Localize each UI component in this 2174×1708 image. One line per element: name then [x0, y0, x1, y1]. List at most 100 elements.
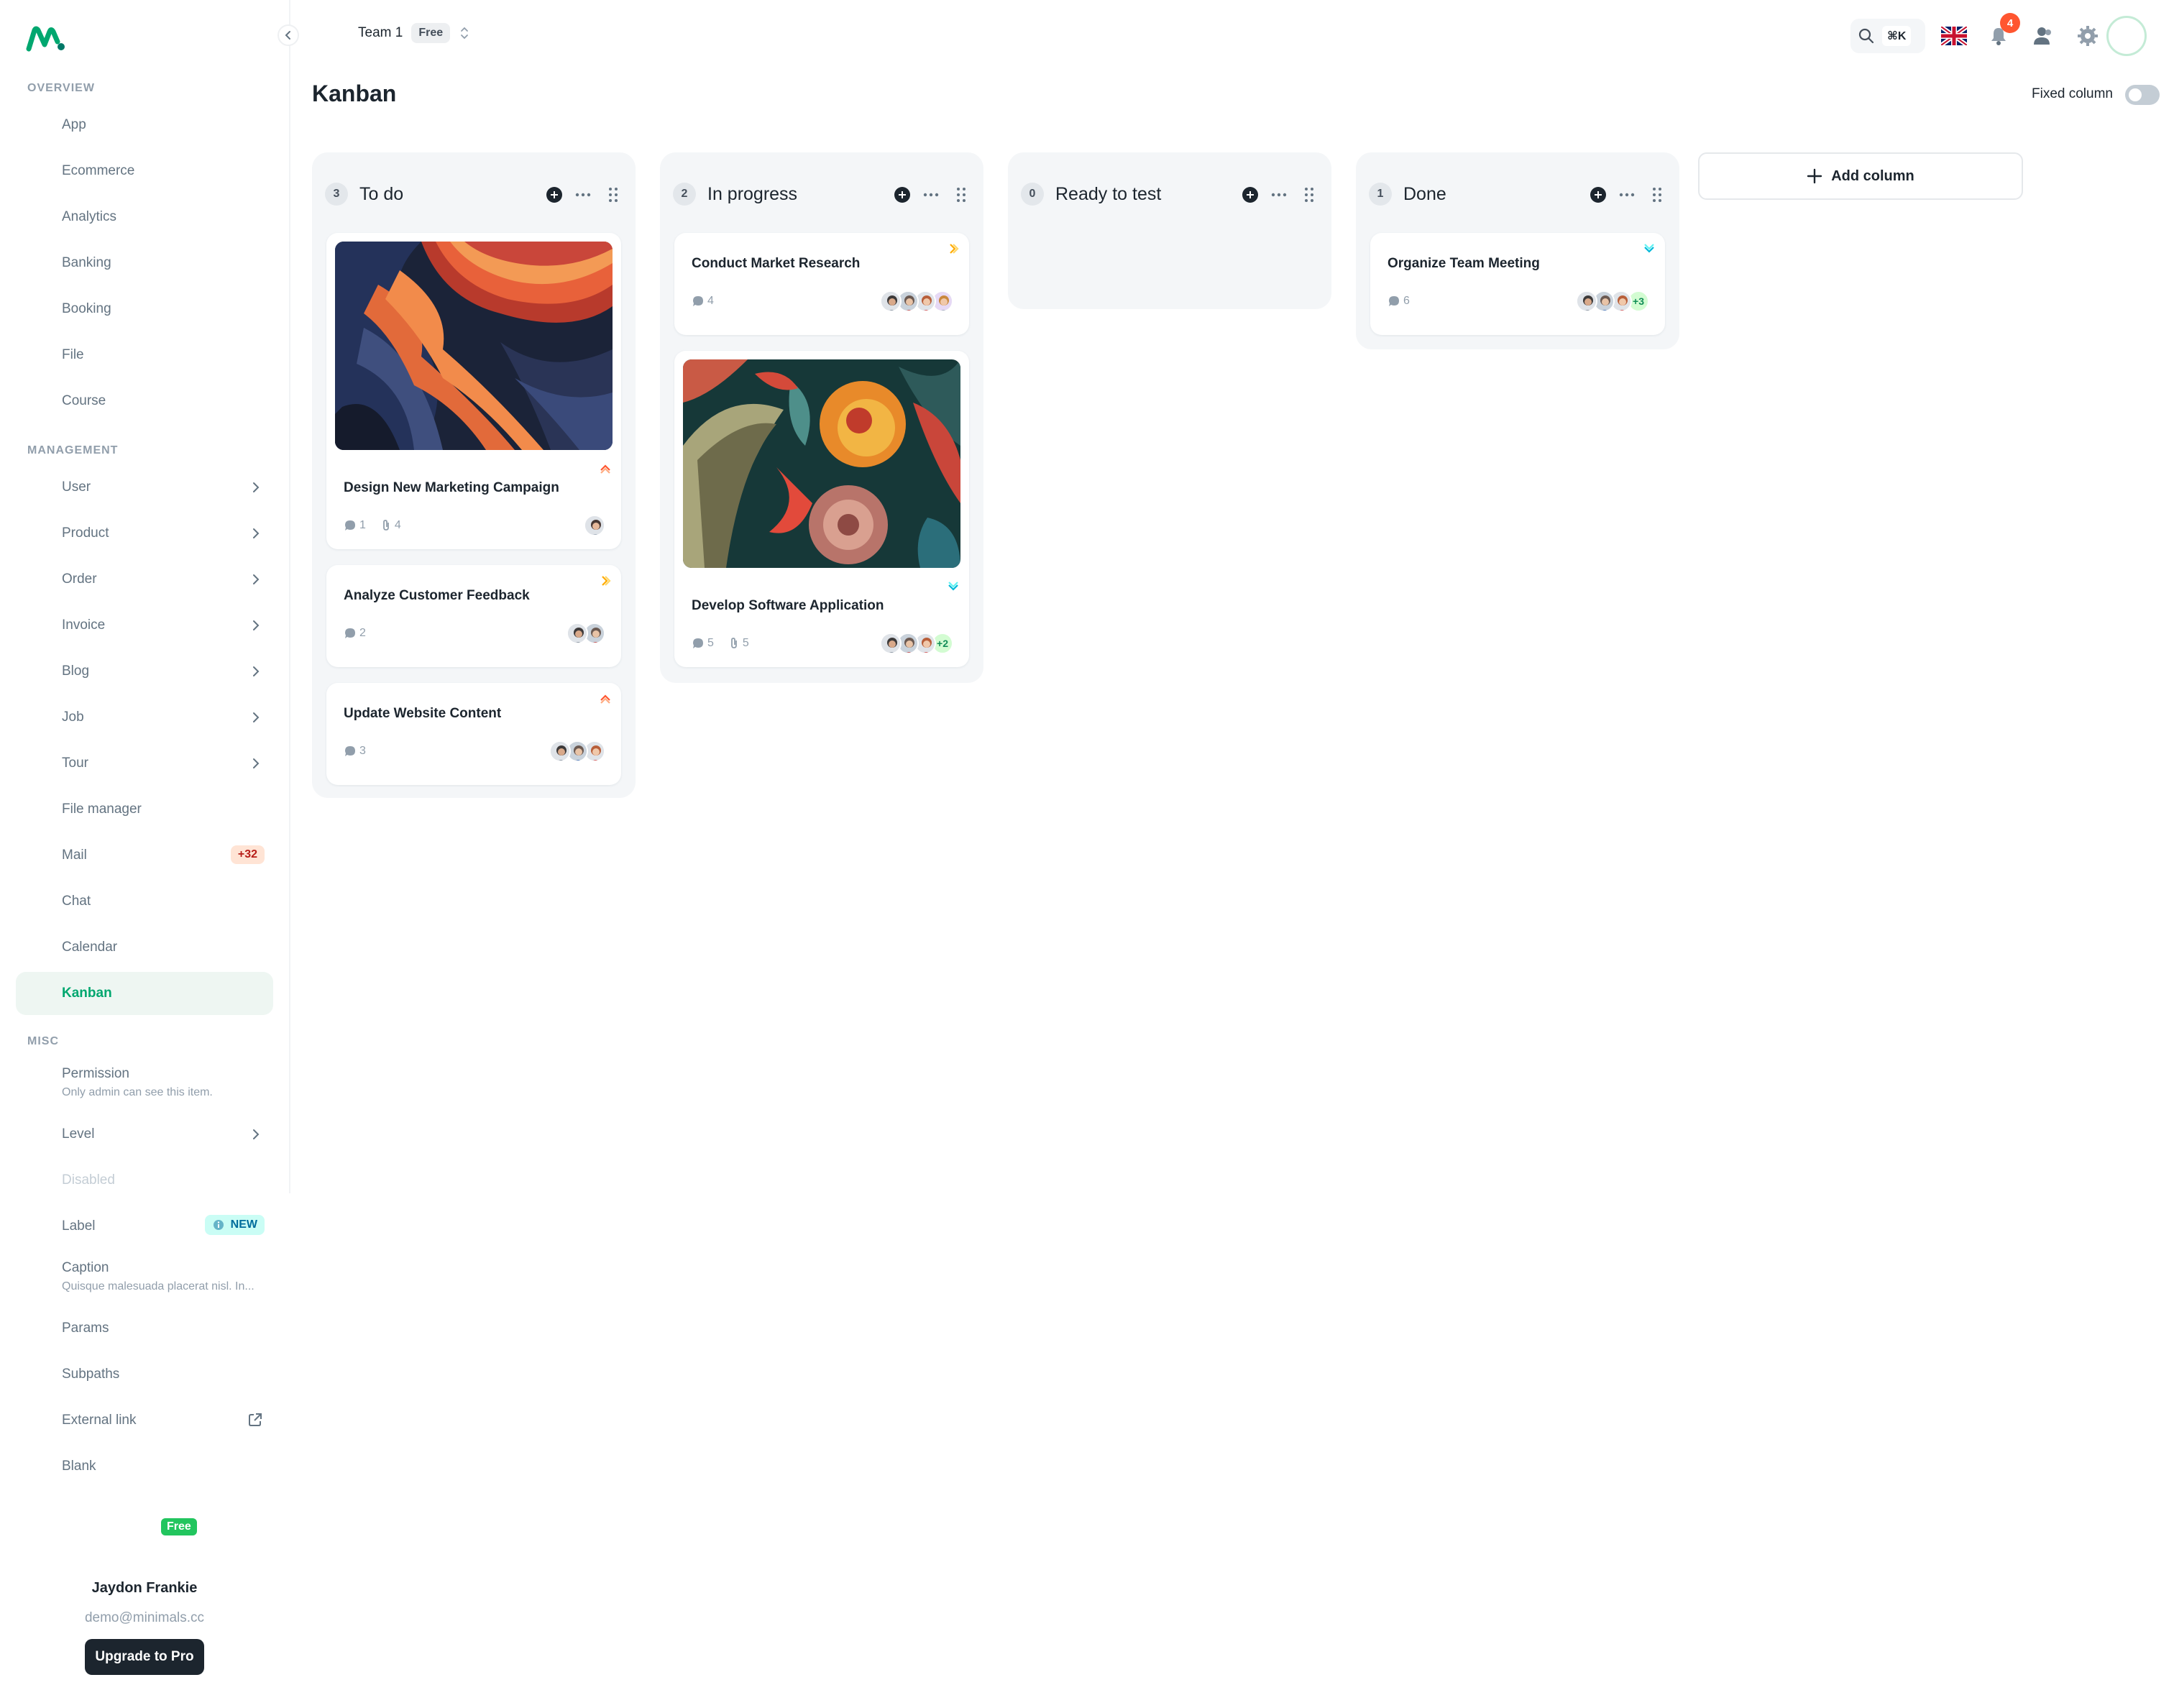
new-badge-text: NEW: [230, 1218, 257, 1231]
kanban-card[interactable]: Organize Team Meeting 6 +3: [1370, 233, 1665, 335]
logo-icon[interactable]: [26, 24, 66, 53]
more-horizontal-icon[interactable]: [1618, 185, 1636, 204]
comment-icon: [345, 746, 355, 756]
nav-item-external-link[interactable]: External link: [16, 1399, 273, 1442]
external-link-icon: [249, 1413, 262, 1426]
nav-item-calendar[interactable]: Calendar: [16, 926, 273, 969]
priority-low-icon: [1644, 244, 1654, 253]
nav-item-product[interactable]: Product: [16, 512, 273, 555]
nav-label: Subpaths: [62, 1367, 120, 1382]
nav-item-course[interactable]: Course: [16, 380, 273, 423]
kanban-card[interactable]: Develop Software Application 5 5 +2: [674, 351, 969, 667]
comment-count: 4: [692, 295, 714, 308]
column-name[interactable]: Ready to test: [1055, 184, 1161, 205]
nav-item-banking[interactable]: Banking: [16, 242, 273, 285]
notification-count-badge: 4: [2000, 13, 2020, 33]
nav-item-ecommerce[interactable]: Ecommerce: [16, 150, 273, 193]
comment-count-value: 3: [359, 745, 366, 757]
more-horizontal-icon[interactable]: [574, 185, 592, 204]
team-switcher[interactable]: Team 1 Free: [358, 23, 470, 43]
chevron-up-down-icon: [461, 27, 469, 40]
add-task-button[interactable]: [546, 187, 562, 203]
nav-item-subpaths[interactable]: Subpaths: [16, 1353, 273, 1396]
plus-icon: [1247, 191, 1254, 198]
nav-item-file[interactable]: File: [16, 334, 273, 377]
comment-count-value: 1: [359, 519, 366, 531]
nav-item-mail[interactable]: Mail +32: [16, 834, 273, 877]
nav-label: Invoice: [62, 617, 106, 633]
nav-item-kanban[interactable]: Kanban: [16, 972, 273, 1015]
assignees: +2: [880, 633, 953, 654]
drag-handle-icon[interactable]: [1648, 185, 1666, 204]
add-column-label: Add column: [1831, 167, 1914, 184]
user-email: demo@minimals.cc: [84, 1610, 205, 1625]
nav-label: File manager: [62, 802, 142, 817]
chevron-left-icon: [285, 31, 290, 40]
notifications-button[interactable]: 4: [1984, 13, 2020, 50]
account-avatar[interactable]: [2106, 16, 2147, 56]
nav-item-tour[interactable]: Tour: [16, 742, 273, 785]
more-horizontal-icon[interactable]: [922, 185, 940, 204]
nav-item-caption[interactable]: Caption Quisque malesuada placerat nisl.…: [16, 1251, 273, 1303]
fixed-column-toggle[interactable]: [2125, 85, 2160, 105]
section-title-misc: MISC: [27, 1035, 59, 1047]
column-name[interactable]: Done: [1403, 184, 1446, 205]
nav-item-params[interactable]: Params: [16, 1307, 273, 1350]
contacts-button[interactable]: [2029, 22, 2058, 50]
kanban-column-done: 1 Done Organize Team Meeting 6 +3: [1356, 152, 1679, 349]
add-task-button[interactable]: [1590, 187, 1606, 203]
nav-item-order[interactable]: Order: [16, 558, 273, 601]
upgrade-button[interactable]: Upgrade to Pro: [85, 1639, 204, 1675]
kanban-card[interactable]: Design New Marketing Campaign 1 4: [326, 233, 621, 549]
nav-item-app[interactable]: App: [16, 104, 273, 147]
collapse-sidebar-button[interactable]: [278, 24, 299, 46]
kanban-card[interactable]: Conduct Market Research 4: [674, 233, 969, 335]
nav-item-blank[interactable]: Blank: [16, 1445, 273, 1488]
nav-label: App: [62, 117, 86, 132]
add-column-button[interactable]: Add column: [1698, 152, 2023, 200]
add-task-button[interactable]: [1242, 187, 1258, 203]
nav-label: Blog: [62, 664, 90, 679]
column-header: 1 Done: [1369, 180, 1666, 208]
nav-item-job[interactable]: Job: [16, 696, 273, 739]
column-name[interactable]: In progress: [707, 184, 797, 205]
card-meta: 6: [1388, 295, 1420, 308]
comment-icon: [693, 638, 703, 648]
chevron-right-icon: [253, 482, 260, 492]
add-task-button[interactable]: [894, 187, 910, 203]
nav-item-blog[interactable]: Blog: [16, 650, 273, 693]
kanban-card[interactable]: Analyze Customer Feedback 2: [326, 565, 621, 667]
card-title: Analyze Customer Feedback: [344, 588, 530, 603]
assignee-avatar: [567, 623, 588, 644]
card-title: Design New Marketing Campaign: [344, 480, 559, 495]
chevron-right-icon: [253, 666, 260, 676]
nav-label: Disabled: [62, 1172, 115, 1188]
nav-caption: Quisque malesuada placerat nisl. In...: [62, 1280, 254, 1293]
language-button[interactable]: [1940, 22, 1968, 50]
nav-item-permission[interactable]: Permission Only admin can see this item.: [16, 1057, 273, 1108]
nav-item-booking[interactable]: Booking: [16, 288, 273, 331]
nav-item-file-manager[interactable]: File manager: [16, 788, 273, 831]
comment-icon: [345, 520, 355, 531]
drag-handle-icon[interactable]: [604, 185, 623, 204]
nav-item-invoice[interactable]: Invoice: [16, 604, 273, 647]
nav-item-label[interactable]: Label NEW: [16, 1205, 273, 1248]
drag-handle-icon[interactable]: [952, 185, 971, 204]
priority-low-icon: [948, 582, 958, 591]
nav-label: Level: [62, 1126, 95, 1142]
more-horizontal-icon[interactable]: [1270, 185, 1288, 204]
nav-item-analytics[interactable]: Analytics: [16, 196, 273, 239]
settings-button[interactable]: [2073, 22, 2102, 50]
attachment-count-value: 5: [742, 637, 749, 649]
column-count: 3: [325, 183, 348, 206]
drag-handle-icon[interactable]: [1300, 185, 1318, 204]
nav-item-chat[interactable]: Chat: [16, 880, 273, 923]
uk-flag-icon: [1941, 27, 1967, 45]
kanban-card[interactable]: Update Website Content 3: [326, 683, 621, 785]
search-button[interactable]: ⌘K: [1850, 19, 1925, 53]
column-name[interactable]: To do: [359, 184, 403, 205]
column-header: 0 Ready to test: [1021, 180, 1318, 208]
nav-item-level[interactable]: Level: [16, 1113, 273, 1156]
nav-item-user[interactable]: User: [16, 466, 273, 509]
new-badge: NEW: [204, 1215, 265, 1235]
